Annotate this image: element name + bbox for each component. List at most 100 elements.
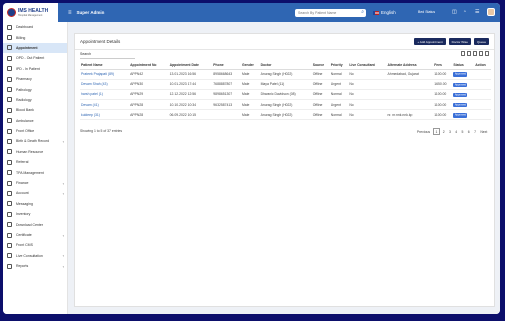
column-header[interactable]: Action (474, 61, 491, 70)
sidebar-item-ipd-in-patient[interactable]: IPD - In Patient (3, 64, 67, 74)
sidebar-item-pathology[interactable]: Pathology (3, 84, 67, 94)
table-cell: APPN28 (129, 109, 169, 121)
table-row: Prateek Prajapati (89) APPN42 13.01.2023 1… (80, 69, 491, 80)
top-navbar: IMS HEALTH Hospital Management ≡ Super A… (3, 3, 500, 22)
column-header[interactable]: Appointment No (129, 61, 169, 70)
bed-status-button[interactable]: Bed Status (418, 10, 435, 14)
sidebar-item-ambulance[interactable]: Ambulance (3, 116, 67, 126)
column-header[interactable]: Source (311, 61, 330, 70)
sidebar-item-label: Reports (16, 264, 29, 269)
patient-search-input[interactable]: Search By Patient Name ⌕ (295, 9, 366, 17)
page-button[interactable]: 2 (441, 129, 446, 134)
sidebar-item-live-consultation[interactable]: Live Consultation ‹ (3, 251, 67, 261)
sidebar-item-dashboard[interactable]: Dashboard (3, 22, 67, 32)
table-body: Prateek Prajapati (89) APPN42 13.01.2023 1… (80, 69, 491, 121)
sidebar-item-reports[interactable]: Reports ‹ (3, 261, 67, 271)
table-cell: APPN42 (129, 69, 169, 80)
excel-icon[interactable] (473, 51, 477, 56)
sidebar-item-radiology[interactable]: Radiology (3, 95, 67, 105)
sidebar-item-birth-death-record[interactable]: Birth & Death Record ‹ (3, 136, 67, 146)
task-icon[interactable]: ☰ (475, 9, 479, 15)
sidebar-item-label: Certificate (16, 233, 32, 237)
table-row: kuldeep (31) APPN28 06.09.2022 10:15 Male An… (80, 109, 491, 121)
table-cell: 9898651307 (212, 89, 241, 101)
table-cell: Male (240, 99, 260, 111)
table-cell: No (348, 99, 387, 111)
csv-icon[interactable] (467, 51, 471, 56)
table-cell: Normal (329, 109, 349, 121)
patient-name-link[interactable]: Devam (41) (80, 99, 130, 111)
copy-icon[interactable] (461, 51, 465, 56)
patient-name-link[interactable]: Devam Shah (43) (80, 79, 130, 90)
calendar-icon[interactable]: ◫ (452, 9, 457, 15)
menu-item-icon (7, 180, 12, 186)
sidebar-item-referral[interactable]: Referral (3, 157, 67, 167)
page-button[interactable]: 4 (454, 129, 459, 134)
column-header[interactable]: Priority (329, 61, 349, 70)
column-header[interactable]: Doctor (259, 61, 312, 70)
table-search-input[interactable] (80, 58, 135, 59)
page-button[interactable]: 7 (472, 129, 477, 134)
sidebar-item-tpa-management[interactable]: TPA Management (3, 167, 67, 177)
sidebar-item-download-center[interactable]: Download Center (3, 219, 67, 229)
table-cell: 12.12.2022 12:56 (168, 89, 213, 101)
logo[interactable]: IMS HEALTH Hospital Management (3, 3, 58, 22)
sidebar-item-certificate[interactable]: Certificate ‹ (3, 230, 67, 240)
page-button[interactable]: 5 (460, 129, 465, 134)
sidebar-item-billing[interactable]: Billing (3, 32, 67, 42)
page-button[interactable]: 6 (466, 129, 471, 134)
column-header[interactable]: Live Consultant (348, 61, 387, 70)
table-row: Devam Shah (43) APPN30 10.01.2023 17:44 768… (80, 79, 491, 90)
pdf-icon[interactable] (479, 51, 483, 56)
column-header[interactable]: Phone (212, 61, 241, 70)
sidebar-item-messaging[interactable]: Messaging (3, 199, 67, 209)
sidebar-item-pharmacy[interactable]: Pharmacy (3, 74, 67, 84)
sidebar-item-label: Front CMS (16, 243, 33, 248)
chevron-icon: ‹ (62, 232, 64, 238)
sidebar-item-human-resource[interactable]: Human Resource (3, 147, 67, 157)
role-title: Super Admin (76, 10, 105, 15)
language-selector[interactable]: English (373, 10, 396, 15)
sidebar-item-front-cms[interactable]: Front CMS (3, 240, 67, 250)
column-header[interactable]: Appointment Date (168, 61, 213, 70)
next-page-button[interactable]: Next (479, 129, 489, 134)
bell-icon[interactable]: ◔ (463, 9, 466, 15)
menu-item-icon (7, 232, 12, 238)
sidebar-item-inventory[interactable]: Inventory (3, 209, 67, 219)
appointment-panel: Appointment Details + Add Appointment Do… (74, 33, 495, 307)
search-icon[interactable]: ⌕ (361, 9, 364, 15)
sidebar-item-blood-bank[interactable]: Blood Bank (3, 105, 67, 115)
patient-name-link[interactable]: harsh patel (1) (80, 89, 130, 101)
queue-button[interactable]: Queue (473, 38, 489, 45)
sidebar-item-opd-out-patient[interactable]: OPD - Out Patient (3, 53, 67, 63)
column-header[interactable]: Fees (433, 61, 453, 70)
sidebar-item-label: Pharmacy (16, 77, 32, 82)
table-cell: 7688887807 (212, 79, 241, 90)
sidebar-item-finance[interactable]: Finance ‹ (3, 178, 67, 188)
page-button[interactable]: 1 (432, 128, 441, 135)
doctor-wise-button[interactable]: Doctor Wise (448, 38, 471, 45)
page-button[interactable]: 3 (447, 129, 452, 134)
table-cell: Approved (452, 99, 475, 111)
previous-page-button[interactable]: Previous (415, 129, 432, 134)
patient-name-link[interactable]: kuldeep (31) (80, 109, 130, 121)
avatar[interactable] (487, 8, 495, 16)
table-cell: Anurag Singh (H022) (259, 99, 312, 111)
menu-item-icon (7, 87, 12, 93)
add-appointment-button[interactable]: + Add Appointment (414, 38, 446, 45)
column-header[interactable]: Gender (240, 61, 260, 70)
table-cell: Male (240, 79, 260, 90)
table-cell: Male (240, 89, 260, 101)
column-header[interactable]: Status (452, 61, 475, 70)
menu-item-icon (7, 170, 12, 176)
patient-name-link[interactable]: Prateek Prajapati (89) (80, 69, 130, 80)
sidebar-item-account[interactable]: Account ‹ (3, 188, 67, 198)
sidebar: Dashboard Billing Appointment OPD - Out Pat… (3, 22, 68, 314)
column-header[interactable]: Patient Name (80, 61, 130, 70)
hamburger-menu-icon[interactable]: ≡ (68, 10, 72, 16)
sidebar-item-front-office[interactable]: Front Office (3, 126, 67, 136)
print-icon[interactable] (485, 51, 489, 56)
table-cell (474, 79, 491, 90)
column-header[interactable]: Alternate Address (386, 61, 434, 70)
sidebar-item-appointment[interactable]: Appointment (3, 42, 67, 54)
